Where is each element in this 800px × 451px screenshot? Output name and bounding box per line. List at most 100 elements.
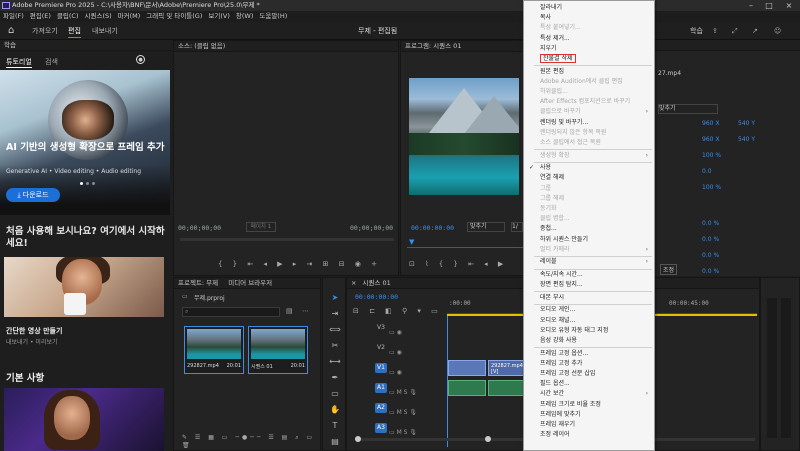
fullscreen-icon[interactable]: ⤢ bbox=[732, 22, 738, 40]
type-tool-icon[interactable]: T bbox=[328, 418, 342, 434]
project-bottom-toolbar[interactable]: ✎ ☰ ▦ ▭ ─●── ☰ ▤ ⌕ ▭ 🗑 bbox=[182, 434, 320, 449]
scale-value[interactable]: 100 % bbox=[702, 152, 721, 159]
profile-icon[interactable]: ● bbox=[136, 55, 145, 64]
track-toggle-icon[interactable]: ▭ ◉ bbox=[389, 343, 417, 363]
context-menu-item[interactable]: 하위 시퀀스 만들기 bbox=[524, 235, 654, 245]
menu-help[interactable]: 도움말(H) bbox=[256, 11, 290, 22]
tab-project[interactable]: 프로젝트: 무제 bbox=[178, 279, 218, 287]
menu-clip[interactable]: 클립(C) bbox=[54, 11, 82, 22]
audio-clip[interactable] bbox=[488, 380, 524, 396]
menu-sequence[interactable]: 시퀀스(S) bbox=[82, 11, 115, 22]
context-menu-item[interactable]: 렌더링 및 바꾸기... bbox=[524, 118, 654, 128]
menu-graphics[interactable]: 그래픽 및 타이틀(G) bbox=[143, 11, 205, 22]
home-icon[interactable]: ⌂ bbox=[8, 22, 14, 40]
program-scrubber[interactable]: ▼ bbox=[407, 238, 525, 248]
context-menu-item[interactable]: 오디오 채널... bbox=[524, 316, 654, 326]
project-item[interactable]: 시퀀스 01 20:01 bbox=[248, 326, 308, 374]
menu-edit[interactable]: 편집(E) bbox=[27, 11, 54, 22]
bin-menu-icon[interactable]: ⋯ bbox=[302, 307, 309, 315]
quick-export-icon[interactable]: ↗ bbox=[752, 22, 758, 40]
context-menu-item[interactable]: 속도/지속 시간... bbox=[524, 270, 654, 280]
opacity-value[interactable]: 100 % bbox=[702, 184, 721, 191]
tab-import[interactable]: 가져오기 bbox=[32, 22, 58, 40]
context-menu-item[interactable]: 조정 레이어 bbox=[524, 430, 654, 440]
adjust-button[interactable]: 조정 bbox=[660, 264, 678, 275]
context-menu-item[interactable]: 연결 해제 bbox=[524, 173, 654, 183]
track-mute-icon[interactable]: ▭ M S 🎙 bbox=[389, 403, 417, 423]
close-icon[interactable]: × bbox=[351, 279, 356, 287]
track-mute-icon[interactable]: ▭ M S 🎙 bbox=[389, 383, 417, 403]
menu-window[interactable]: 창(W) bbox=[233, 11, 256, 22]
timeline-toolbar[interactable]: ⊟ ⊏ ◧ ⚲ ▾ ▭ bbox=[353, 307, 442, 315]
slip-tool-icon[interactable]: ⟷ bbox=[328, 354, 342, 370]
context-menu-item[interactable]: 프레임 고정 옵션... bbox=[524, 349, 654, 359]
maximize-icon[interactable]: □ bbox=[762, 0, 776, 11]
tab-media-browser[interactable]: 미디어 브라우저 bbox=[228, 279, 272, 287]
context-menu-item[interactable]: 프레임 고정 추가 bbox=[524, 359, 654, 369]
crop-right-value[interactable]: 0.0 % bbox=[702, 252, 719, 259]
context-menu-item[interactable]: 필드 옵션... bbox=[524, 379, 654, 389]
caption-tool-icon[interactable]: ▤ bbox=[328, 434, 342, 450]
source-scrubber[interactable] bbox=[180, 238, 394, 241]
context-menu-item[interactable]: 잔물결 삭제 bbox=[524, 54, 654, 64]
video-clip[interactable] bbox=[448, 360, 486, 376]
context-menu-item[interactable]: 지우기 bbox=[524, 44, 654, 54]
tutorial-thumbnail[interactable] bbox=[4, 388, 164, 451]
crop-bottom-value[interactable]: 0.0 % bbox=[702, 268, 719, 275]
ripple-edit-tool-icon[interactable]: ⟺ bbox=[328, 322, 342, 338]
fit-select[interactable]: 맞추기 bbox=[467, 222, 505, 232]
tab-edit[interactable]: 편집 bbox=[68, 22, 81, 40]
menu-markers[interactable]: 마커(M) bbox=[115, 11, 144, 22]
new-bin-icon[interactable]: ▤ bbox=[286, 307, 293, 315]
menu-view[interactable]: 보기(V) bbox=[205, 11, 232, 22]
context-menu-item[interactable]: 음성 강화 사용 bbox=[524, 336, 654, 346]
context-menu-item[interactable]: 중첩... bbox=[524, 224, 654, 234]
position-x-value[interactable]: 960 X bbox=[702, 120, 719, 127]
context-menu-item[interactable]: 프레임에 맞추기 bbox=[524, 410, 654, 420]
carousel-dot[interactable] bbox=[80, 182, 83, 185]
selection-tool-icon[interactable]: ➤ bbox=[328, 290, 342, 306]
crop-left-value[interactable]: 0.0 % bbox=[702, 220, 719, 227]
minimize-icon[interactable]: – bbox=[744, 0, 758, 11]
carousel-dot[interactable] bbox=[86, 182, 89, 185]
source-panel-header[interactable]: 소스: (클립 없음) bbox=[174, 41, 398, 52]
context-menu-item[interactable]: 레이블 › bbox=[524, 257, 654, 267]
rotation-value[interactable]: 0.0 bbox=[702, 168, 712, 175]
timeline-timecode[interactable]: 00:00:00:00 bbox=[355, 293, 398, 301]
download-button[interactable]: ⤓ 다운로드 bbox=[6, 188, 60, 202]
tutorial-card-title[interactable]: 간단한 영상 만들기 bbox=[6, 326, 62, 336]
source-transport-controls[interactable]: { } ⇤ ◂ ▶ ▸ ⇥ ⊞ ⊟ ◉ + bbox=[218, 260, 381, 268]
rectangle-tool-icon[interactable]: ▭ bbox=[328, 386, 342, 402]
playhead-icon[interactable]: ▼ bbox=[409, 238, 414, 246]
project-search-input[interactable]: ⌕ bbox=[182, 307, 280, 317]
tab-search[interactable]: 검색 bbox=[45, 57, 58, 67]
sequence-tab[interactable]: 시퀀스 01 bbox=[363, 279, 391, 287]
context-menu-item[interactable]: 프레임 고정 선분 삽입 bbox=[524, 369, 654, 379]
context-menu-item[interactable]: 오디오 유형 자동 태그 지정 bbox=[524, 326, 654, 336]
page-select[interactable]: 페이지 1 bbox=[246, 222, 276, 232]
pen-tool-icon[interactable]: ✒ bbox=[328, 370, 342, 386]
source-timecode-out[interactable]: 00;00;00;00 bbox=[350, 224, 393, 232]
learn-button[interactable]: 학습 bbox=[690, 22, 703, 40]
context-menu-item[interactable]: 복사 bbox=[524, 13, 654, 23]
tutorial-thumbnail[interactable] bbox=[4, 257, 164, 317]
menu-file[interactable]: 파일(F) bbox=[0, 11, 27, 22]
context-menu-item[interactable]: 잘라내기 bbox=[524, 3, 654, 13]
project-item[interactable]: 292827.mp4 20:01 bbox=[184, 326, 244, 374]
context-menu-item[interactable]: 대본 부시 bbox=[524, 293, 654, 303]
track-toggle-icon[interactable]: ▭ ◉ bbox=[389, 323, 417, 343]
anchor-x-value[interactable]: 960 X bbox=[702, 136, 719, 143]
context-menu-item[interactable]: 프레임 크기로 비율 조정 bbox=[524, 400, 654, 410]
razor-tool-icon[interactable]: ✂ bbox=[328, 338, 342, 354]
program-timecode[interactable]: 00:00:00:00 bbox=[411, 224, 454, 232]
position-y-value[interactable]: 540 Y bbox=[738, 120, 755, 127]
tab-export[interactable]: 내보내기 bbox=[92, 22, 118, 40]
program-video-frame[interactable] bbox=[409, 78, 519, 195]
context-menu-item[interactable]: 원본 편집 bbox=[524, 67, 654, 77]
context-menu-item[interactable]: 장면 편집 탐지... bbox=[524, 280, 654, 290]
close-icon[interactable]: × bbox=[782, 0, 796, 11]
user-icon[interactable]: ☺ bbox=[774, 22, 781, 40]
track-toggle-icon[interactable]: ▭ ◉ bbox=[389, 363, 417, 383]
context-menu-item[interactable]: 사용 ✓ bbox=[524, 163, 654, 173]
audio-clip[interactable] bbox=[448, 380, 486, 396]
